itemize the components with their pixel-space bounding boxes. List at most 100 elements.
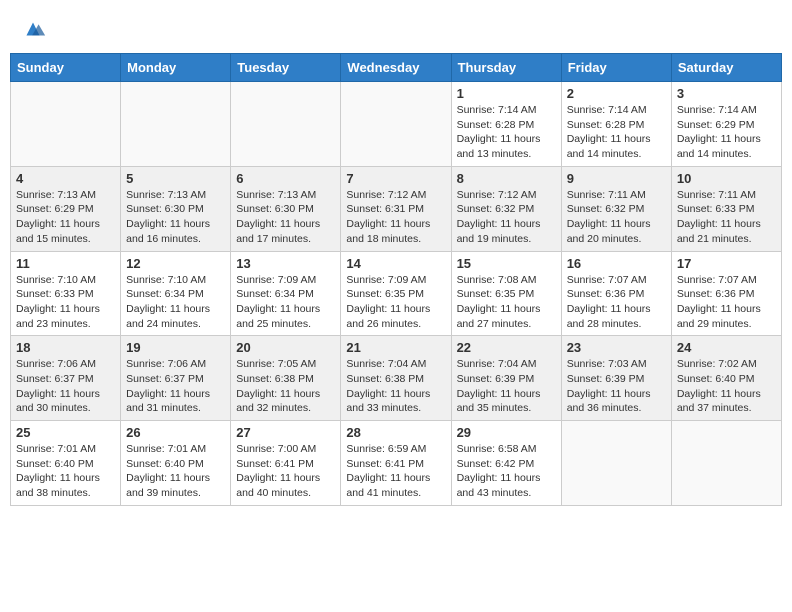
calendar-day-cell: 12 Sunrise: 7:10 AM Sunset: 6:34 PM Dayli… — [121, 251, 231, 336]
day-info: Sunrise: 7:12 AM Sunset: 6:31 PM Dayligh… — [346, 188, 445, 247]
calendar-day-cell: 26 Sunrise: 7:01 AM Sunset: 6:40 PM Dayli… — [121, 421, 231, 506]
day-number: 11 — [16, 256, 115, 271]
day-header-friday: Friday — [561, 54, 671, 82]
calendar-day-cell: 4 Sunrise: 7:13 AM Sunset: 6:29 PM Daylig… — [11, 166, 121, 251]
calendar-day-cell: 18 Sunrise: 7:06 AM Sunset: 6:37 PM Dayli… — [11, 336, 121, 421]
calendar-day-cell: 21 Sunrise: 7:04 AM Sunset: 6:38 PM Dayli… — [341, 336, 451, 421]
calendar-day-cell: 7 Sunrise: 7:12 AM Sunset: 6:31 PM Daylig… — [341, 166, 451, 251]
logo-icon — [19, 15, 47, 43]
calendar-day-cell: 28 Sunrise: 6:59 AM Sunset: 6:41 PM Dayli… — [341, 421, 451, 506]
day-number: 7 — [346, 171, 445, 186]
calendar-day-cell: 1 Sunrise: 7:14 AM Sunset: 6:28 PM Daylig… — [451, 82, 561, 167]
day-info: Sunrise: 7:11 AM Sunset: 6:33 PM Dayligh… — [677, 188, 776, 247]
day-info: Sunrise: 7:04 AM Sunset: 6:38 PM Dayligh… — [346, 357, 445, 416]
day-info: Sunrise: 7:01 AM Sunset: 6:40 PM Dayligh… — [126, 442, 225, 501]
day-number: 23 — [567, 340, 666, 355]
calendar-day-cell: 15 Sunrise: 7:08 AM Sunset: 6:35 PM Dayli… — [451, 251, 561, 336]
day-number: 21 — [346, 340, 445, 355]
calendar-day-cell — [231, 82, 341, 167]
day-info: Sunrise: 7:13 AM Sunset: 6:30 PM Dayligh… — [126, 188, 225, 247]
calendar-week-row: 18 Sunrise: 7:06 AM Sunset: 6:37 PM Dayli… — [11, 336, 782, 421]
day-number: 3 — [677, 86, 776, 101]
calendar-day-cell: 5 Sunrise: 7:13 AM Sunset: 6:30 PM Daylig… — [121, 166, 231, 251]
day-info: Sunrise: 7:13 AM Sunset: 6:29 PM Dayligh… — [16, 188, 115, 247]
calendar-day-cell: 6Sunrise: 7:13 AM Sunset: 6:30 PM Daylig… — [231, 166, 341, 251]
day-number: 5 — [126, 171, 225, 186]
calendar-day-cell — [11, 82, 121, 167]
calendar-day-cell: 20 Sunrise: 7:05 AM Sunset: 6:38 PM Dayli… — [231, 336, 341, 421]
day-number: 29 — [457, 425, 556, 440]
day-info: Sunrise: 7:14 AM Sunset: 6:28 PM Dayligh… — [567, 103, 666, 162]
day-number: 1 — [457, 86, 556, 101]
calendar-day-cell: 2 Sunrise: 7:14 AM Sunset: 6:28 PM Daylig… — [561, 82, 671, 167]
calendar-day-cell: 29 Sunrise: 6:58 AM Sunset: 6:42 PM Dayli… — [451, 421, 561, 506]
logo — [15, 15, 47, 43]
day-number: 19 — [126, 340, 225, 355]
calendar-day-cell: 10 Sunrise: 7:11 AM Sunset: 6:33 PM Dayli… — [671, 166, 781, 251]
day-info: Sunrise: 7:12 AM Sunset: 6:32 PM Dayligh… — [457, 188, 556, 247]
day-info: Sunrise: 7:08 AM Sunset: 6:35 PM Dayligh… — [457, 273, 556, 332]
calendar-day-cell: 17 Sunrise: 7:07 AM Sunset: 6:36 PM Dayli… — [671, 251, 781, 336]
day-header-saturday: Saturday — [671, 54, 781, 82]
day-info: Sunrise: 7:10 AM Sunset: 6:34 PM Dayligh… — [126, 273, 225, 332]
day-info: Sunrise: 7:09 AM Sunset: 6:35 PM Dayligh… — [346, 273, 445, 332]
calendar-header-row: SundayMondayTuesdayWednesdayThursdayFrid… — [11, 54, 782, 82]
day-info: Sunrise: 7:06 AM Sunset: 6:37 PM Dayligh… — [16, 357, 115, 416]
day-number: 12 — [126, 256, 225, 271]
day-number: 8 — [457, 171, 556, 186]
day-number: 10 — [677, 171, 776, 186]
day-number: 9 — [567, 171, 666, 186]
day-info: Sunrise: 7:05 AM Sunset: 6:38 PM Dayligh… — [236, 357, 335, 416]
day-header-wednesday: Wednesday — [341, 54, 451, 82]
day-info: Sunrise: 7:03 AM Sunset: 6:39 PM Dayligh… — [567, 357, 666, 416]
day-info: Sunrise: 7:01 AM Sunset: 6:40 PM Dayligh… — [16, 442, 115, 501]
day-number: 26 — [126, 425, 225, 440]
day-header-sunday: Sunday — [11, 54, 121, 82]
day-number: 28 — [346, 425, 445, 440]
day-number: 14 — [346, 256, 445, 271]
day-number: 24 — [677, 340, 776, 355]
calendar-day-cell: 23 Sunrise: 7:03 AM Sunset: 6:39 PM Dayli… — [561, 336, 671, 421]
day-number: 15 — [457, 256, 556, 271]
day-info: Sunrise: 6:58 AM Sunset: 6:42 PM Dayligh… — [457, 442, 556, 501]
day-info: Sunrise: 7:06 AM Sunset: 6:37 PM Dayligh… — [126, 357, 225, 416]
calendar-day-cell: 8 Sunrise: 7:12 AM Sunset: 6:32 PM Daylig… — [451, 166, 561, 251]
calendar-day-cell: 16 Sunrise: 7:07 AM Sunset: 6:36 PM Dayli… — [561, 251, 671, 336]
calendar-day-cell — [561, 421, 671, 506]
page-header — [10, 10, 782, 43]
day-info: Sunrise: 7:04 AM Sunset: 6:39 PM Dayligh… — [457, 357, 556, 416]
calendar-day-cell: 14 Sunrise: 7:09 AM Sunset: 6:35 PM Dayli… — [341, 251, 451, 336]
day-header-monday: Monday — [121, 54, 231, 82]
day-header-tuesday: Tuesday — [231, 54, 341, 82]
day-number: 17 — [677, 256, 776, 271]
day-number: 25 — [16, 425, 115, 440]
day-info: Sunrise: 7:13 AM Sunset: 6:30 PM Dayligh… — [236, 188, 335, 247]
calendar-day-cell — [671, 421, 781, 506]
calendar-day-cell: 19 Sunrise: 7:06 AM Sunset: 6:37 PM Dayli… — [121, 336, 231, 421]
day-number: 2 — [567, 86, 666, 101]
calendar-day-cell: 22Sunrise: 7:04 AM Sunset: 6:39 PM Dayli… — [451, 336, 561, 421]
day-info: Sunrise: 7:09 AM Sunset: 6:34 PM Dayligh… — [236, 273, 335, 332]
calendar-day-cell: 13 Sunrise: 7:09 AM Sunset: 6:34 PM Dayli… — [231, 251, 341, 336]
calendar-day-cell: 24Sunrise: 7:02 AM Sunset: 6:40 PM Dayli… — [671, 336, 781, 421]
day-info: Sunrise: 7:14 AM Sunset: 6:28 PM Dayligh… — [457, 103, 556, 162]
calendar-table: SundayMondayTuesdayWednesdayThursdayFrid… — [10, 53, 782, 506]
calendar-day-cell: 27 Sunrise: 7:00 AM Sunset: 6:41 PM Dayli… — [231, 421, 341, 506]
calendar-day-cell: 9Sunrise: 7:11 AM Sunset: 6:32 PM Daylig… — [561, 166, 671, 251]
calendar-day-cell — [121, 82, 231, 167]
day-number: 27 — [236, 425, 335, 440]
day-info: Sunrise: 7:00 AM Sunset: 6:41 PM Dayligh… — [236, 442, 335, 501]
day-info: Sunrise: 7:07 AM Sunset: 6:36 PM Dayligh… — [677, 273, 776, 332]
day-number: 4 — [16, 171, 115, 186]
calendar-week-row: 11Sunrise: 7:10 AM Sunset: 6:33 PM Dayli… — [11, 251, 782, 336]
day-info: Sunrise: 7:07 AM Sunset: 6:36 PM Dayligh… — [567, 273, 666, 332]
calendar-week-row: 4 Sunrise: 7:13 AM Sunset: 6:29 PM Daylig… — [11, 166, 782, 251]
day-info: Sunrise: 6:59 AM Sunset: 6:41 PM Dayligh… — [346, 442, 445, 501]
calendar-day-cell: 3 Sunrise: 7:14 AM Sunset: 6:29 PM Daylig… — [671, 82, 781, 167]
day-number: 18 — [16, 340, 115, 355]
day-number: 16 — [567, 256, 666, 271]
calendar-day-cell — [341, 82, 451, 167]
day-info: Sunrise: 7:14 AM Sunset: 6:29 PM Dayligh… — [677, 103, 776, 162]
day-number: 13 — [236, 256, 335, 271]
day-number: 20 — [236, 340, 335, 355]
